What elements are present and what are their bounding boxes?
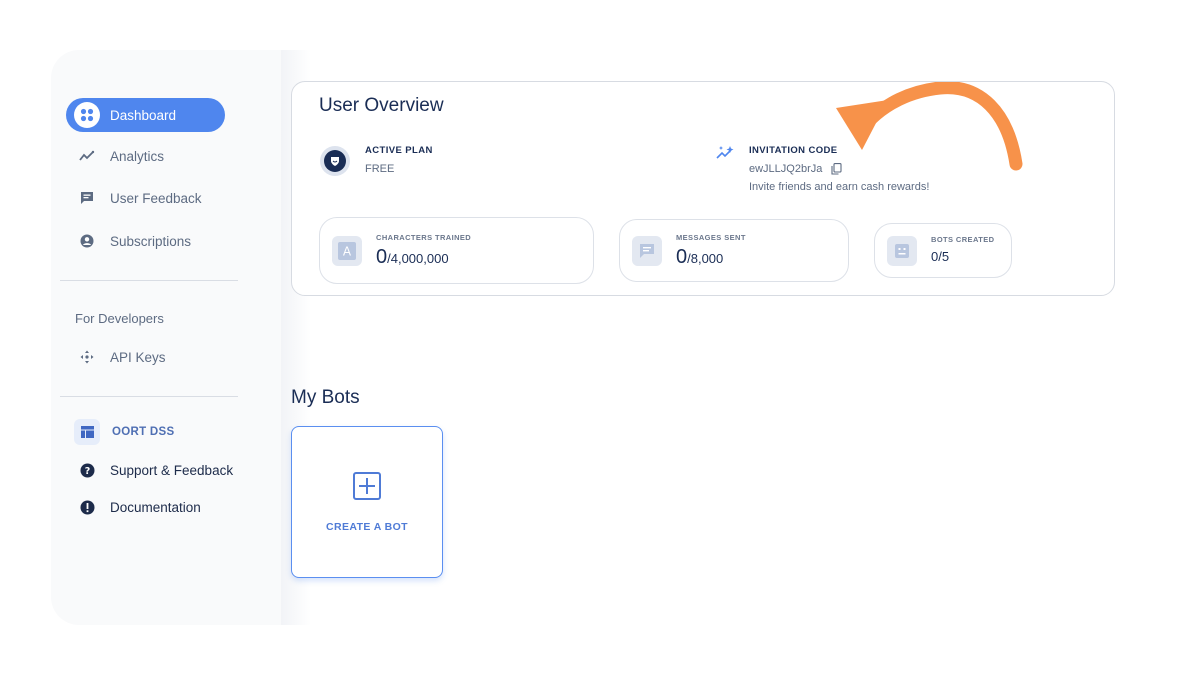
annotation-arrow bbox=[836, 82, 1023, 171]
analytics-icon bbox=[74, 143, 100, 169]
active-plan-value: FREE bbox=[365, 163, 395, 175]
sidebar-item-support[interactable]: ? Support & Feedback bbox=[66, 453, 266, 487]
sidebar-divider bbox=[60, 280, 238, 281]
sidebar-item-label: Dashboard bbox=[110, 107, 177, 123]
bots-created-card: BOTS CREATED 0/5 bbox=[874, 223, 1012, 278]
for-developers-heading: For Developers bbox=[75, 311, 164, 326]
svg-text:A: A bbox=[343, 244, 352, 258]
invitation-code-value: ewJLLJQ2brJa bbox=[749, 163, 823, 175]
text-icon: A bbox=[332, 235, 362, 266]
sidebar-item-user-feedback[interactable]: User Feedback bbox=[66, 181, 225, 215]
sidebar-item-documentation[interactable]: Documentation bbox=[66, 490, 266, 524]
sidebar-item-oort-dss[interactable]: OORT DSS bbox=[66, 415, 225, 449]
stat-total: /4,000,000 bbox=[387, 250, 449, 266]
stat-value: 0 bbox=[376, 245, 388, 268]
create-bot-label: CREATE A BOT bbox=[326, 520, 408, 533]
api-keys-icon bbox=[74, 344, 100, 370]
svg-text:?: ? bbox=[84, 466, 90, 477]
sidebar-item-label: User Feedback bbox=[110, 190, 202, 206]
messages-sent-card: MESSAGES SENT 0/8,000 bbox=[619, 219, 849, 282]
sidebar: Dashboard Analytics User Feedback Subscr… bbox=[51, 50, 311, 625]
stat-value: 0 bbox=[676, 245, 688, 268]
overview-title: User Overview bbox=[319, 95, 444, 116]
message-icon bbox=[632, 235, 662, 266]
sidebar-item-label: Documentation bbox=[110, 499, 201, 515]
plan-badge-icon bbox=[320, 146, 350, 176]
sidebar-item-api-keys[interactable]: API Keys bbox=[66, 340, 225, 374]
sidebar-item-subscriptions[interactable]: Subscriptions bbox=[66, 224, 225, 258]
sidebar-item-analytics[interactable]: Analytics bbox=[66, 139, 225, 173]
stat-label: BOTS CREATED bbox=[931, 235, 995, 244]
sidebar-divider bbox=[60, 396, 238, 397]
stat-value: 0/5 bbox=[931, 249, 950, 264]
invitation-note: Invite friends and earn cash rewards! bbox=[749, 181, 930, 193]
characters-trained-card: A CHARACTERS TRAINED 0/4,000,000 bbox=[319, 217, 594, 284]
dashboard-icon bbox=[74, 102, 100, 128]
create-bot-button[interactable]: CREATE A BOT bbox=[291, 426, 443, 578]
sidebar-item-label: API Keys bbox=[110, 349, 166, 365]
sidebar-item-label: Analytics bbox=[110, 148, 165, 164]
invitation-code-label: INVITATION CODE bbox=[749, 145, 838, 156]
active-plan-label: ACTIVE PLAN bbox=[365, 145, 433, 156]
feedback-icon bbox=[74, 185, 100, 211]
sidebar-item-label: Subscriptions bbox=[110, 233, 192, 249]
bot-icon bbox=[887, 235, 917, 266]
oort-dss-label: OORT DSS bbox=[112, 426, 175, 438]
stat-total: /8,000 bbox=[687, 250, 724, 266]
stat-label: CHARACTERS TRAINED bbox=[376, 232, 472, 242]
info-icon bbox=[74, 494, 100, 520]
layout-icon bbox=[74, 419, 100, 445]
sidebar-item-label: Support & Feedback bbox=[110, 462, 234, 478]
sparkle-icon bbox=[716, 145, 736, 166]
add-icon bbox=[353, 471, 381, 505]
stat-label: MESSAGES SENT bbox=[676, 232, 746, 242]
help-icon: ? bbox=[74, 457, 100, 483]
account-icon bbox=[74, 228, 100, 254]
my-bots-title: My Bots bbox=[291, 387, 360, 408]
sidebar-item-dashboard[interactable]: Dashboard bbox=[66, 98, 225, 132]
